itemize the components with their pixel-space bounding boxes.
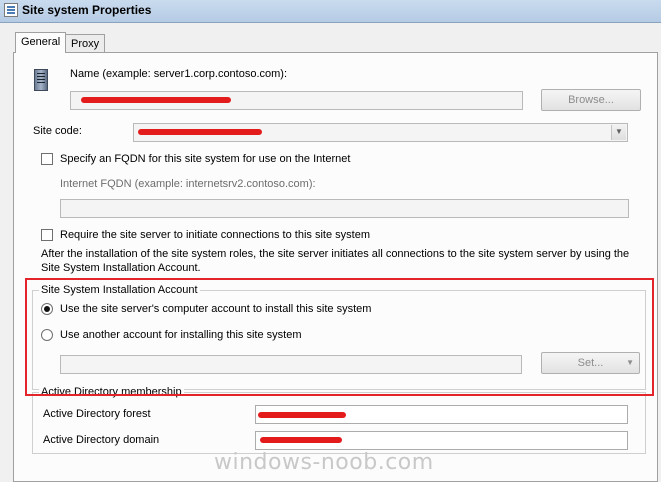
require-checkbox-label: Require the site server to initiate conn… xyxy=(60,229,370,241)
radio-another-account[interactable] xyxy=(41,329,53,341)
redacted-name xyxy=(81,97,231,103)
browse-button[interactable]: Browse... xyxy=(541,89,641,111)
install-account-group-title: Site System Installation Account xyxy=(39,284,200,296)
site-code-dropdown[interactable]: ▼ xyxy=(133,123,628,142)
ad-domain-field[interactable] xyxy=(255,431,628,450)
tab-proxy[interactable]: Proxy xyxy=(65,34,106,53)
title-bar: Site system Properties xyxy=(0,0,661,23)
fqdn-checkbox[interactable] xyxy=(41,153,53,165)
chevron-down-icon: ▼ xyxy=(611,125,626,140)
set-button-label: Set... xyxy=(577,357,604,369)
option-another-account-label: Use another account for installing this … xyxy=(60,329,302,341)
require-description: After the installation of the site syste… xyxy=(41,248,630,274)
ad-forest-label: Active Directory forest xyxy=(43,408,151,420)
name-field[interactable] xyxy=(70,91,523,110)
option-computer-account-label: Use the site server's computer account t… xyxy=(60,303,372,315)
dropdown-arrow-icon: ▼ xyxy=(626,358,634,367)
radio-computer-account[interactable] xyxy=(41,303,53,315)
ad-forest-field[interactable] xyxy=(255,405,628,424)
redacted-ad-domain xyxy=(260,437,342,443)
name-label: Name (example: server1.corp.contoso.com)… xyxy=(70,68,288,80)
fqdn-checkbox-label: Specify an FQDN for this site system for… xyxy=(60,153,351,165)
ad-membership-group-title: Active Directory membership xyxy=(39,386,184,398)
account-field[interactable] xyxy=(60,355,522,374)
watermark-text: windows-noob.com xyxy=(214,450,434,475)
ad-domain-label: Active Directory domain xyxy=(43,434,160,446)
site-code-label: Site code: xyxy=(33,125,82,137)
server-icon xyxy=(34,69,48,91)
set-button[interactable]: Set... ▼ xyxy=(541,352,640,374)
internet-fqdn-field[interactable] xyxy=(60,199,629,218)
require-checkbox[interactable] xyxy=(41,229,53,241)
window-icon xyxy=(4,3,18,17)
window-title: Site system Properties xyxy=(22,3,152,17)
internet-fqdn-label: Internet FQDN (example: internetsrv2.con… xyxy=(60,178,316,190)
tab-general[interactable]: General xyxy=(15,32,67,53)
redacted-ad-forest xyxy=(258,412,346,418)
redacted-site-code xyxy=(138,129,262,135)
